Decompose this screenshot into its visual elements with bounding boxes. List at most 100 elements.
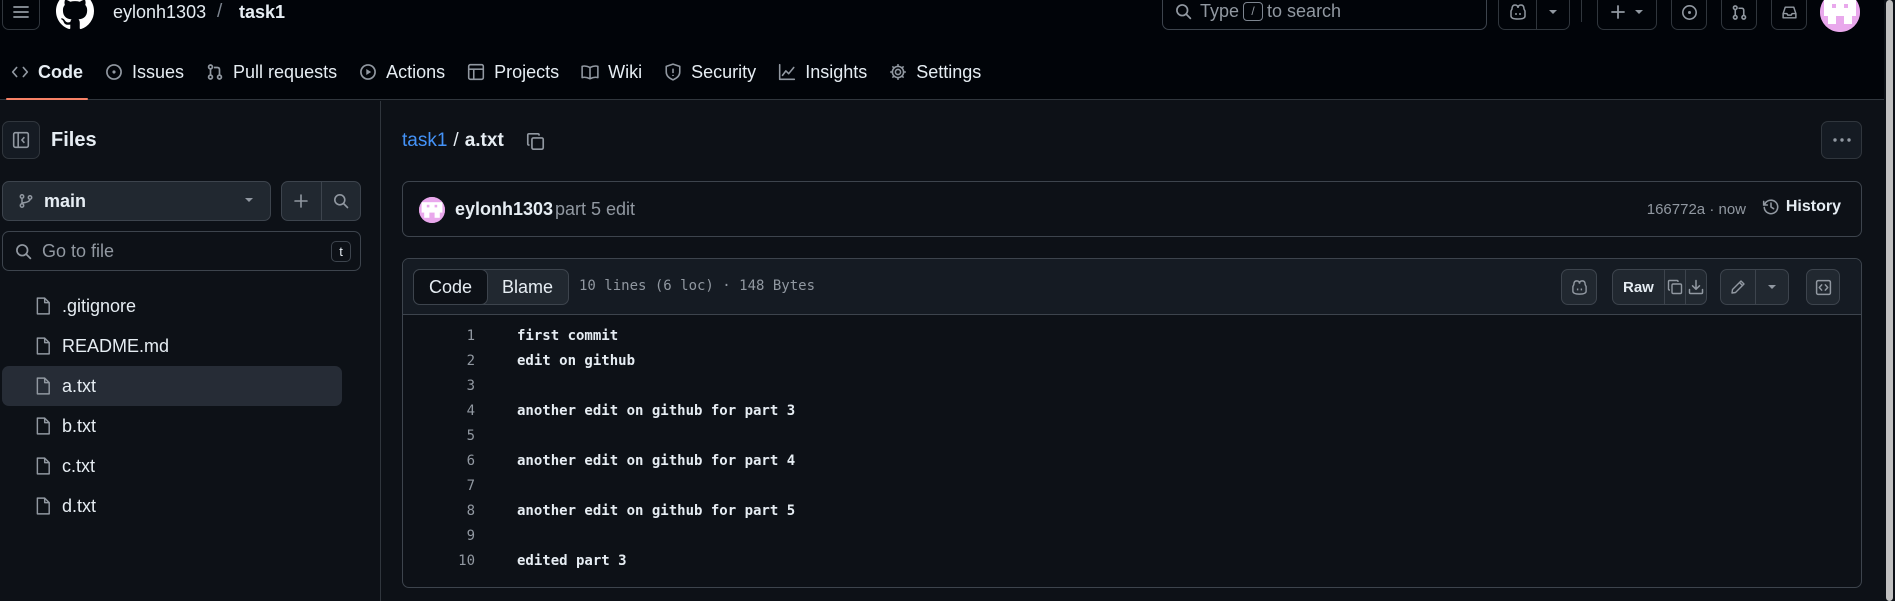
raw-button[interactable]: Raw [1613, 270, 1664, 304]
code-content: 1 first commit 2 edit on github 3 4 another… [403, 315, 1861, 573]
chevron-down-icon [244, 197, 254, 203]
git-branch-icon [18, 193, 34, 209]
line-number[interactable]: 5 [403, 428, 475, 444]
breadcrumb-repo-link[interactable]: task1 [402, 130, 447, 152]
copy-raw-button[interactable] [1663, 270, 1685, 304]
file-tree-item[interactable]: b.txt [2, 406, 342, 446]
user-avatar[interactable] [1820, 0, 1860, 32]
file-tree-item[interactable]: README.md [2, 326, 342, 366]
file-info: 10 lines (6 loc) · 148 Bytes [579, 278, 816, 294]
history-button[interactable]: History [1762, 198, 1841, 216]
tab-security[interactable]: Security [653, 52, 767, 92]
blame-view-button[interactable]: Blame [487, 270, 568, 304]
tab-actions-label: Actions [386, 61, 446, 82]
tab-projects-label: Projects [494, 61, 560, 82]
line-number[interactable]: 2 [403, 353, 475, 369]
tab-pull-requests[interactable]: Pull requests [195, 52, 348, 92]
code-view-button[interactable]: Code [413, 269, 489, 305]
owner-link[interactable]: eylonh1303 [113, 2, 206, 23]
file-tree-item[interactable]: d.txt [2, 486, 342, 526]
file-name: .gitignore [62, 295, 137, 316]
copilot-icon [1562, 270, 1596, 304]
github-logo-icon[interactable] [56, 0, 94, 30]
edit-options-button[interactable] [1755, 270, 1788, 304]
global-header: eylonh1303 / task1 Type / to search Code… [0, 0, 1895, 100]
plus-icon [293, 193, 309, 209]
line-number[interactable]: 8 [403, 503, 475, 519]
symbols-panel-button[interactable] [1806, 269, 1840, 305]
add-file-button[interactable] [282, 182, 322, 220]
line-number[interactable]: 1 [403, 328, 475, 344]
file-name: c.txt [62, 455, 96, 476]
history-icon [1762, 198, 1780, 216]
issues-button[interactable] [1671, 0, 1707, 30]
go-to-file-placeholder: Go to file [42, 240, 115, 261]
line-number[interactable]: 7 [403, 478, 475, 494]
file-tree-item[interactable]: c.txt [2, 446, 342, 486]
tab-pull-requests-label: Pull requests [233, 61, 338, 82]
commit-message[interactable]: part 5 edit [555, 199, 635, 220]
file-icon [35, 417, 51, 435]
pull-request-icon [1731, 4, 1748, 21]
tab-security-label: Security [691, 61, 757, 82]
line-number[interactable]: 6 [403, 453, 475, 469]
play-icon [359, 63, 377, 81]
line-number[interactable]: 3 [403, 378, 475, 394]
create-new-button[interactable] [1597, 0, 1657, 30]
edit-file-button[interactable] [1721, 270, 1755, 304]
search-files-button[interactable] [322, 182, 361, 220]
file-tree-item-selected[interactable]: a.txt [2, 366, 342, 406]
menu-button[interactable] [2, 0, 40, 30]
line-content: another edit on github for part 4 [517, 452, 796, 469]
line-content: first commit [517, 327, 619, 344]
page-scrollbar[interactable] [1884, 0, 1895, 601]
code-line: 4 another edit on github for part 3 [403, 398, 1861, 423]
pull-requests-button[interactable] [1721, 0, 1757, 30]
repo-link[interactable]: task1 [239, 2, 285, 23]
inbox-button[interactable] [1771, 0, 1807, 30]
tab-issues[interactable]: Issues [94, 52, 195, 92]
breadcrumb-separator: / [453, 130, 459, 151]
branch-selector[interactable]: main [2, 181, 271, 221]
tab-code-label: Code [38, 61, 83, 82]
shield-icon [664, 63, 682, 81]
tab-projects[interactable]: Projects [456, 52, 570, 92]
code-square-icon [1807, 270, 1839, 304]
pull-request-icon [206, 63, 224, 81]
tab-settings[interactable]: Settings [878, 52, 992, 92]
collapse-sidebar-button[interactable] [2, 121, 40, 159]
copilot-menu[interactable] [1498, 0, 1570, 30]
line-number[interactable]: 9 [403, 528, 475, 544]
file-name: d.txt [62, 495, 97, 516]
breadcrumb: task1 / a.txt [402, 130, 545, 152]
view-mode-toggle: Code Blame [413, 269, 570, 305]
line-number[interactable]: 10 [403, 553, 475, 569]
tab-wiki[interactable]: Wiki [570, 52, 653, 92]
file-tree-item[interactable]: .gitignore [2, 286, 342, 326]
commit-author[interactable]: eylonh1303 [455, 199, 553, 220]
tab-insights[interactable]: Insights [767, 52, 878, 92]
line-number[interactable]: 4 [403, 403, 475, 419]
file-icon [35, 297, 51, 315]
copilot-button[interactable] [1561, 269, 1597, 305]
more-options-button[interactable] [1821, 121, 1862, 159]
tab-code[interactable]: Code [0, 52, 94, 100]
file-viewer-header: Code Blame 10 lines (6 loc) · 148 Bytes … [403, 259, 1861, 315]
search-input[interactable]: Type / to search [1162, 0, 1487, 30]
history-label: History [1785, 198, 1841, 215]
graph-icon [778, 63, 796, 81]
scrollbar-thumb[interactable] [1886, 0, 1893, 601]
pencil-icon [1730, 279, 1746, 295]
commit-hash-time[interactable]: 166772a · now [1647, 201, 1746, 218]
file-tree: .gitignore README.md a.txt b.txt c.txt d… [0, 286, 342, 526]
file-tree-sidebar: Files main Go to file t .gitignore READM… [0, 101, 381, 601]
kebab-horizontal-icon [1832, 138, 1851, 142]
go-to-file-input[interactable]: Go to file t [2, 231, 361, 271]
search-icon [333, 193, 349, 209]
download-button[interactable] [1684, 270, 1706, 304]
tab-settings-label: Settings [916, 61, 982, 82]
commit-author-avatar[interactable] [419, 197, 445, 223]
copy-path-icon[interactable] [526, 132, 545, 151]
code-line: 8 another edit on github for part 5 [403, 498, 1861, 523]
tab-actions[interactable]: Actions [348, 52, 456, 92]
